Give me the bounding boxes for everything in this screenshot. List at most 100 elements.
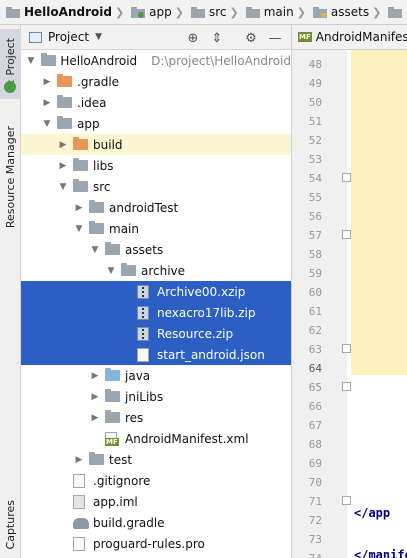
archive-file-icon bbox=[137, 326, 153, 341]
code-highlight bbox=[351, 50, 407, 375]
tree-item-label: libs bbox=[93, 158, 114, 173]
breadcrumb-item-assets[interactable]: assets bbox=[309, 5, 369, 19]
project-view-selector[interactable]: Project ▼ bbox=[29, 30, 102, 44]
chevron-right-icon: ❯ bbox=[174, 5, 184, 19]
line-number: 70 bbox=[308, 476, 322, 489]
tab-captures[interactable]: Captures bbox=[0, 495, 21, 555]
chevron-right-icon: ❯ bbox=[372, 5, 382, 19]
source-folder-icon bbox=[105, 367, 121, 383]
fold-marker-icon[interactable] bbox=[342, 173, 351, 182]
tree-item-res[interactable]: ▶ res bbox=[21, 407, 291, 428]
tree-item-build-gradle[interactable]: build.gradle bbox=[21, 512, 291, 533]
line-number: 61 bbox=[308, 305, 322, 318]
folder-icon bbox=[73, 178, 89, 194]
breadcrumb-label: HelloAndroid bbox=[24, 5, 112, 19]
tree-item-file[interactable]: Archive00.xzip bbox=[21, 281, 291, 302]
folder-icon bbox=[57, 73, 73, 89]
fold-marker-icon[interactable] bbox=[342, 230, 351, 239]
editor-tab[interactable]: MF AndroidManifest bbox=[292, 25, 407, 50]
tree-item-build[interactable]: ▶ build bbox=[21, 134, 291, 155]
fold-marker-icon[interactable] bbox=[342, 382, 351, 391]
archive-file-icon bbox=[137, 305, 153, 320]
fold-marker-icon[interactable] bbox=[342, 496, 351, 505]
manifest-file-icon: MF bbox=[105, 431, 121, 446]
fold-marker-icon[interactable] bbox=[342, 344, 351, 353]
tree-item-app[interactable]: ▼ app bbox=[21, 113, 291, 134]
chevron-down-icon: ▼ bbox=[95, 32, 102, 42]
tree-item-label: jniLibs bbox=[125, 389, 164, 404]
tree-item-jnilibs[interactable]: ▶ jniLibs bbox=[21, 386, 291, 407]
tab-resource-manager[interactable]: Resource Manager bbox=[0, 117, 21, 237]
tree-item-label: build.gradle bbox=[93, 515, 165, 530]
tree-item-file[interactable]: nexacro17lib.zip bbox=[21, 302, 291, 323]
tree-item-label: proguard-rules.pro bbox=[93, 536, 205, 551]
project-panel-title: Project bbox=[48, 30, 90, 44]
tree-item-app-iml[interactable]: app.iml bbox=[21, 491, 291, 512]
breadcrumb-item-project[interactable]: HelloAndroid bbox=[2, 5, 112, 19]
locate-file-icon[interactable]: ⊕ bbox=[185, 30, 201, 46]
tree-item-proguard[interactable]: proguard-rules.pro bbox=[21, 533, 291, 554]
code-text: </app bbox=[354, 506, 391, 520]
tree-item-manifest[interactable]: MF AndroidManifest.xml bbox=[21, 428, 291, 449]
breadcrumb-item-main[interactable]: main bbox=[242, 5, 294, 19]
tree-item-assets[interactable]: ▼ assets bbox=[21, 239, 291, 260]
tree-item-idea[interactable]: ▶ .idea bbox=[21, 92, 291, 113]
minimize-icon[interactable]: — bbox=[267, 30, 283, 46]
resource-folder-icon bbox=[105, 409, 121, 425]
tree-item-label: archive bbox=[141, 263, 186, 278]
line-number: 67 bbox=[308, 419, 322, 432]
folder-icon bbox=[245, 6, 260, 18]
tree-item-test[interactable]: ▶ test bbox=[21, 449, 291, 470]
tab-captures-label: Captures bbox=[4, 500, 17, 550]
code-line-72[interactable]: </app bbox=[354, 503, 390, 524]
tree-item-label: app.iml bbox=[93, 494, 138, 509]
tree-item-src[interactable]: ▼ src bbox=[21, 176, 291, 197]
manifest-file-icon: MF bbox=[298, 32, 312, 42]
gear-icon[interactable]: ⚙ bbox=[243, 30, 259, 46]
chevron-down-icon: ▼ bbox=[43, 118, 51, 129]
tree-item-label: Resource.zip bbox=[157, 326, 234, 341]
chevron-right-icon: ❯ bbox=[114, 5, 125, 19]
tree-item-root[interactable]: ▼ HelloAndroid D:\project\HelloAndroid bbox=[21, 50, 291, 71]
collapse-all-icon[interactable]: ⇕ bbox=[209, 30, 225, 46]
line-number: 72 bbox=[308, 514, 322, 527]
tree-item-libs[interactable]: ▶ libs bbox=[21, 155, 291, 176]
tree-item-java[interactable]: ▶ java bbox=[21, 365, 291, 386]
tree-item-label: .gitignore bbox=[93, 473, 151, 488]
tree-item-file[interactable]: Resource.zip bbox=[21, 323, 291, 344]
line-number: 71 bbox=[308, 495, 322, 508]
chevron-right-icon: ▶ bbox=[59, 139, 67, 150]
tree-item-label: res bbox=[125, 410, 144, 425]
line-number: 65 bbox=[308, 381, 322, 394]
chevron-down-icon: ▼ bbox=[91, 244, 99, 255]
tree-item-androidtest[interactable]: ▶ androidTest bbox=[21, 197, 291, 218]
chevron-down-icon: ▼ bbox=[59, 181, 67, 192]
tree-item-label: androidTest bbox=[109, 200, 179, 215]
breadcrumb-item-app[interactable]: app bbox=[127, 5, 172, 19]
breadcrumb-item-archive[interactable]: archive bbox=[384, 5, 407, 19]
tree-item-archive[interactable]: ▼ archive bbox=[21, 260, 291, 281]
line-number: 48 bbox=[308, 58, 322, 71]
chevron-right-icon: ▶ bbox=[75, 454, 83, 465]
tree-item-main[interactable]: ▼ main bbox=[21, 218, 291, 239]
breadcrumb-item-src[interactable]: src bbox=[187, 5, 227, 19]
line-number: 63 bbox=[308, 343, 322, 356]
tree-item-file[interactable]: start_android.json bbox=[21, 344, 291, 365]
line-number: 51 bbox=[308, 115, 322, 128]
text-file-icon bbox=[73, 536, 89, 551]
tree-item-label: app bbox=[77, 116, 100, 131]
tree-item-path: D:\project\HelloAndroid bbox=[151, 53, 291, 68]
editor-tab-label: AndroidManifest bbox=[315, 30, 407, 44]
line-number: 53 bbox=[308, 153, 322, 166]
tree-item-label: .gradle bbox=[77, 74, 120, 89]
line-number: 55 bbox=[308, 191, 322, 204]
code-line-74[interactable]: </manife bbox=[354, 545, 407, 558]
tree-item-gradle[interactable]: ▶ .gradle bbox=[21, 71, 291, 92]
resource-folder-icon bbox=[312, 6, 327, 18]
folder-icon bbox=[190, 6, 205, 18]
line-number: 56 bbox=[308, 210, 322, 223]
tree-item-gitignore[interactable]: .gitignore bbox=[21, 470, 291, 491]
tree-item-label: .idea bbox=[77, 95, 107, 110]
project-panel: Project ▼ ⊕ ⇕ ⚙ — ▼ HelloAndroid D:\proj… bbox=[21, 25, 291, 558]
project-view-icon bbox=[29, 31, 42, 43]
